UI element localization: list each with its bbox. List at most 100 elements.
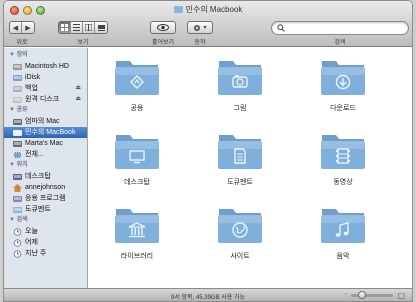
sidebar-item[interactable]: 엄마의 Mac	[4, 116, 87, 127]
sidebar-item-label: 오늘	[25, 228, 38, 235]
folder-label: 그림	[233, 105, 247, 112]
search-caption: 검색	[334, 40, 346, 46]
sidebar-item[interactable]: 데스크탑	[4, 171, 87, 182]
public-folder-icon	[115, 61, 159, 95]
eye-icon	[157, 24, 169, 31]
sidebar-item-label: 원격 디스크	[25, 96, 60, 103]
sidebar-item-label: 전체...	[25, 151, 44, 158]
folder-item[interactable]: 사이트	[210, 204, 270, 261]
sidebar-section-header[interactable]: ▼ 장비	[4, 50, 87, 61]
sidebar-item-label: 도큐멘트	[25, 206, 51, 213]
sidebar-section-header[interactable]: ▼ 공유	[4, 105, 87, 116]
applications-icon	[13, 195, 22, 203]
quicklook-button[interactable]	[150, 21, 176, 34]
sidebar-item-label: 응용 프로그램	[25, 195, 66, 202]
folder-label: 라이브러리	[120, 253, 154, 260]
desktop-icon	[13, 173, 22, 181]
window-title: 민수의 Macbook	[4, 4, 412, 15]
folder-label: 데스크탑	[124, 179, 150, 186]
sidebar-item-label: annejohnson	[25, 184, 66, 191]
home-folder-icon	[173, 6, 183, 13]
sidebar-item[interactable]: 전체...	[4, 149, 87, 160]
large-icon-size-icon: ▢	[397, 291, 405, 300]
folder-item[interactable]: 그림	[210, 56, 270, 113]
sidebar-item[interactable]: 민수의 MacBook	[4, 127, 87, 138]
folder-item[interactable]: 다운로드	[313, 56, 373, 113]
sidebar-item-label: Macintosh HD	[25, 63, 69, 70]
library-folder-icon	[115, 209, 159, 243]
sidebar-item[interactable]: 오늘	[4, 226, 87, 237]
sidebar-item[interactable]: iDisk	[4, 72, 87, 83]
remote-disc-icon	[13, 96, 22, 104]
home-icon	[13, 183, 22, 192]
sidebar-item-label: 백업	[25, 85, 38, 92]
sidebar-item[interactable]: 응용 프로그램	[4, 193, 87, 204]
movies-folder-icon	[321, 135, 365, 169]
sidebar-item-label: 엄마의 Mac	[25, 118, 60, 125]
clock-icon	[13, 227, 22, 236]
status-bar: 9서 항목, 45.39GB 사용 가능 ▫ ▢	[4, 288, 412, 301]
sidebar-item[interactable]: Marta's Mac	[4, 138, 87, 149]
quicklook-caption: 훑어보기	[151, 40, 175, 46]
action-button[interactable]: ▾	[187, 21, 213, 34]
columns-icon	[85, 24, 92, 31]
grid-icon	[61, 24, 68, 31]
sidebar-item-label: 어제	[25, 239, 38, 246]
coverflow-view-button[interactable]	[95, 22, 107, 33]
slider-handle[interactable]	[358, 291, 366, 299]
idisk-icon	[13, 74, 22, 82]
sidebar-item[interactable]: Macintosh HD	[4, 61, 87, 72]
sidebar-section-header[interactable]: ▼ 검색	[4, 215, 87, 226]
desktop-folder-icon	[115, 135, 159, 169]
icon-view-button[interactable]	[59, 22, 71, 33]
sidebar-section-header[interactable]: ▼ 위치	[4, 160, 87, 171]
music-folder-icon	[321, 209, 365, 243]
sidebar-item[interactable]: 원격 디스크 ⏏	[4, 94, 87, 105]
back-button[interactable]: ◀	[10, 22, 22, 33]
eject-icon[interactable]: ⏏	[75, 94, 81, 105]
folder-label: 동영상	[333, 179, 353, 186]
action-caption: 동작	[194, 40, 206, 46]
search-icon	[277, 24, 285, 32]
documents-icon	[13, 206, 22, 214]
network-icon	[13, 150, 22, 159]
gear-icon	[194, 24, 201, 31]
clock-icon	[13, 238, 22, 247]
folder-item[interactable]: 동영상	[313, 130, 373, 187]
folder-item[interactable]: 라이브러리	[107, 204, 167, 261]
folder-label: 도큐멘트	[227, 179, 253, 186]
sidebar-item[interactable]: 도큐멘트	[4, 204, 87, 215]
sidebar-item-label: iDisk	[25, 74, 41, 81]
search-field[interactable]	[271, 21, 409, 35]
folder-label: 사이트	[230, 253, 250, 260]
sidebar-item[interactable]: 지난 주	[4, 248, 87, 259]
folder-item[interactable]: 공용	[107, 56, 167, 113]
folder-label: 다운로드	[330, 105, 356, 112]
nav-buttons: ◀ ▶	[9, 21, 35, 34]
folder-label: 음악	[336, 253, 350, 260]
eject-icon[interactable]: ⏏	[75, 83, 81, 94]
coverflow-icon	[97, 25, 105, 31]
folder-item[interactable]: 도큐멘트	[210, 130, 270, 187]
folder-item[interactable]: 데스크탑	[107, 130, 167, 187]
sidebar-item[interactable]: 백업 ⏏	[4, 83, 87, 94]
backup-drive-icon	[13, 85, 22, 93]
column-view-button[interactable]	[83, 22, 95, 33]
sidebar-item-label: 데스크탑	[25, 173, 51, 180]
search-input[interactable]	[288, 24, 398, 32]
pictures-folder-icon	[218, 61, 262, 95]
list-view-button[interactable]	[71, 22, 83, 33]
folder-item[interactable]: 음악	[313, 204, 373, 261]
shared-mac-icon	[13, 118, 22, 126]
view-switcher	[58, 21, 108, 34]
chevron-down-icon: ▾	[203, 25, 207, 31]
icon-size-slider[interactable]	[351, 291, 393, 299]
finder-window: 민수의 Macbook ◀ ▶ 위로 보기 훑어보기 ▾ 동작 검색 ▼ 장비 …	[3, 0, 413, 302]
list-icon	[73, 24, 80, 31]
sidebar-item-label: 지난 주	[25, 250, 47, 257]
sidebar-item[interactable]: 어제	[4, 237, 87, 248]
shared-macbook-icon	[13, 129, 22, 137]
hard-drive-icon	[13, 63, 22, 71]
forward-button[interactable]: ▶	[22, 22, 34, 33]
sidebar-item[interactable]: annejohnson	[4, 182, 87, 193]
